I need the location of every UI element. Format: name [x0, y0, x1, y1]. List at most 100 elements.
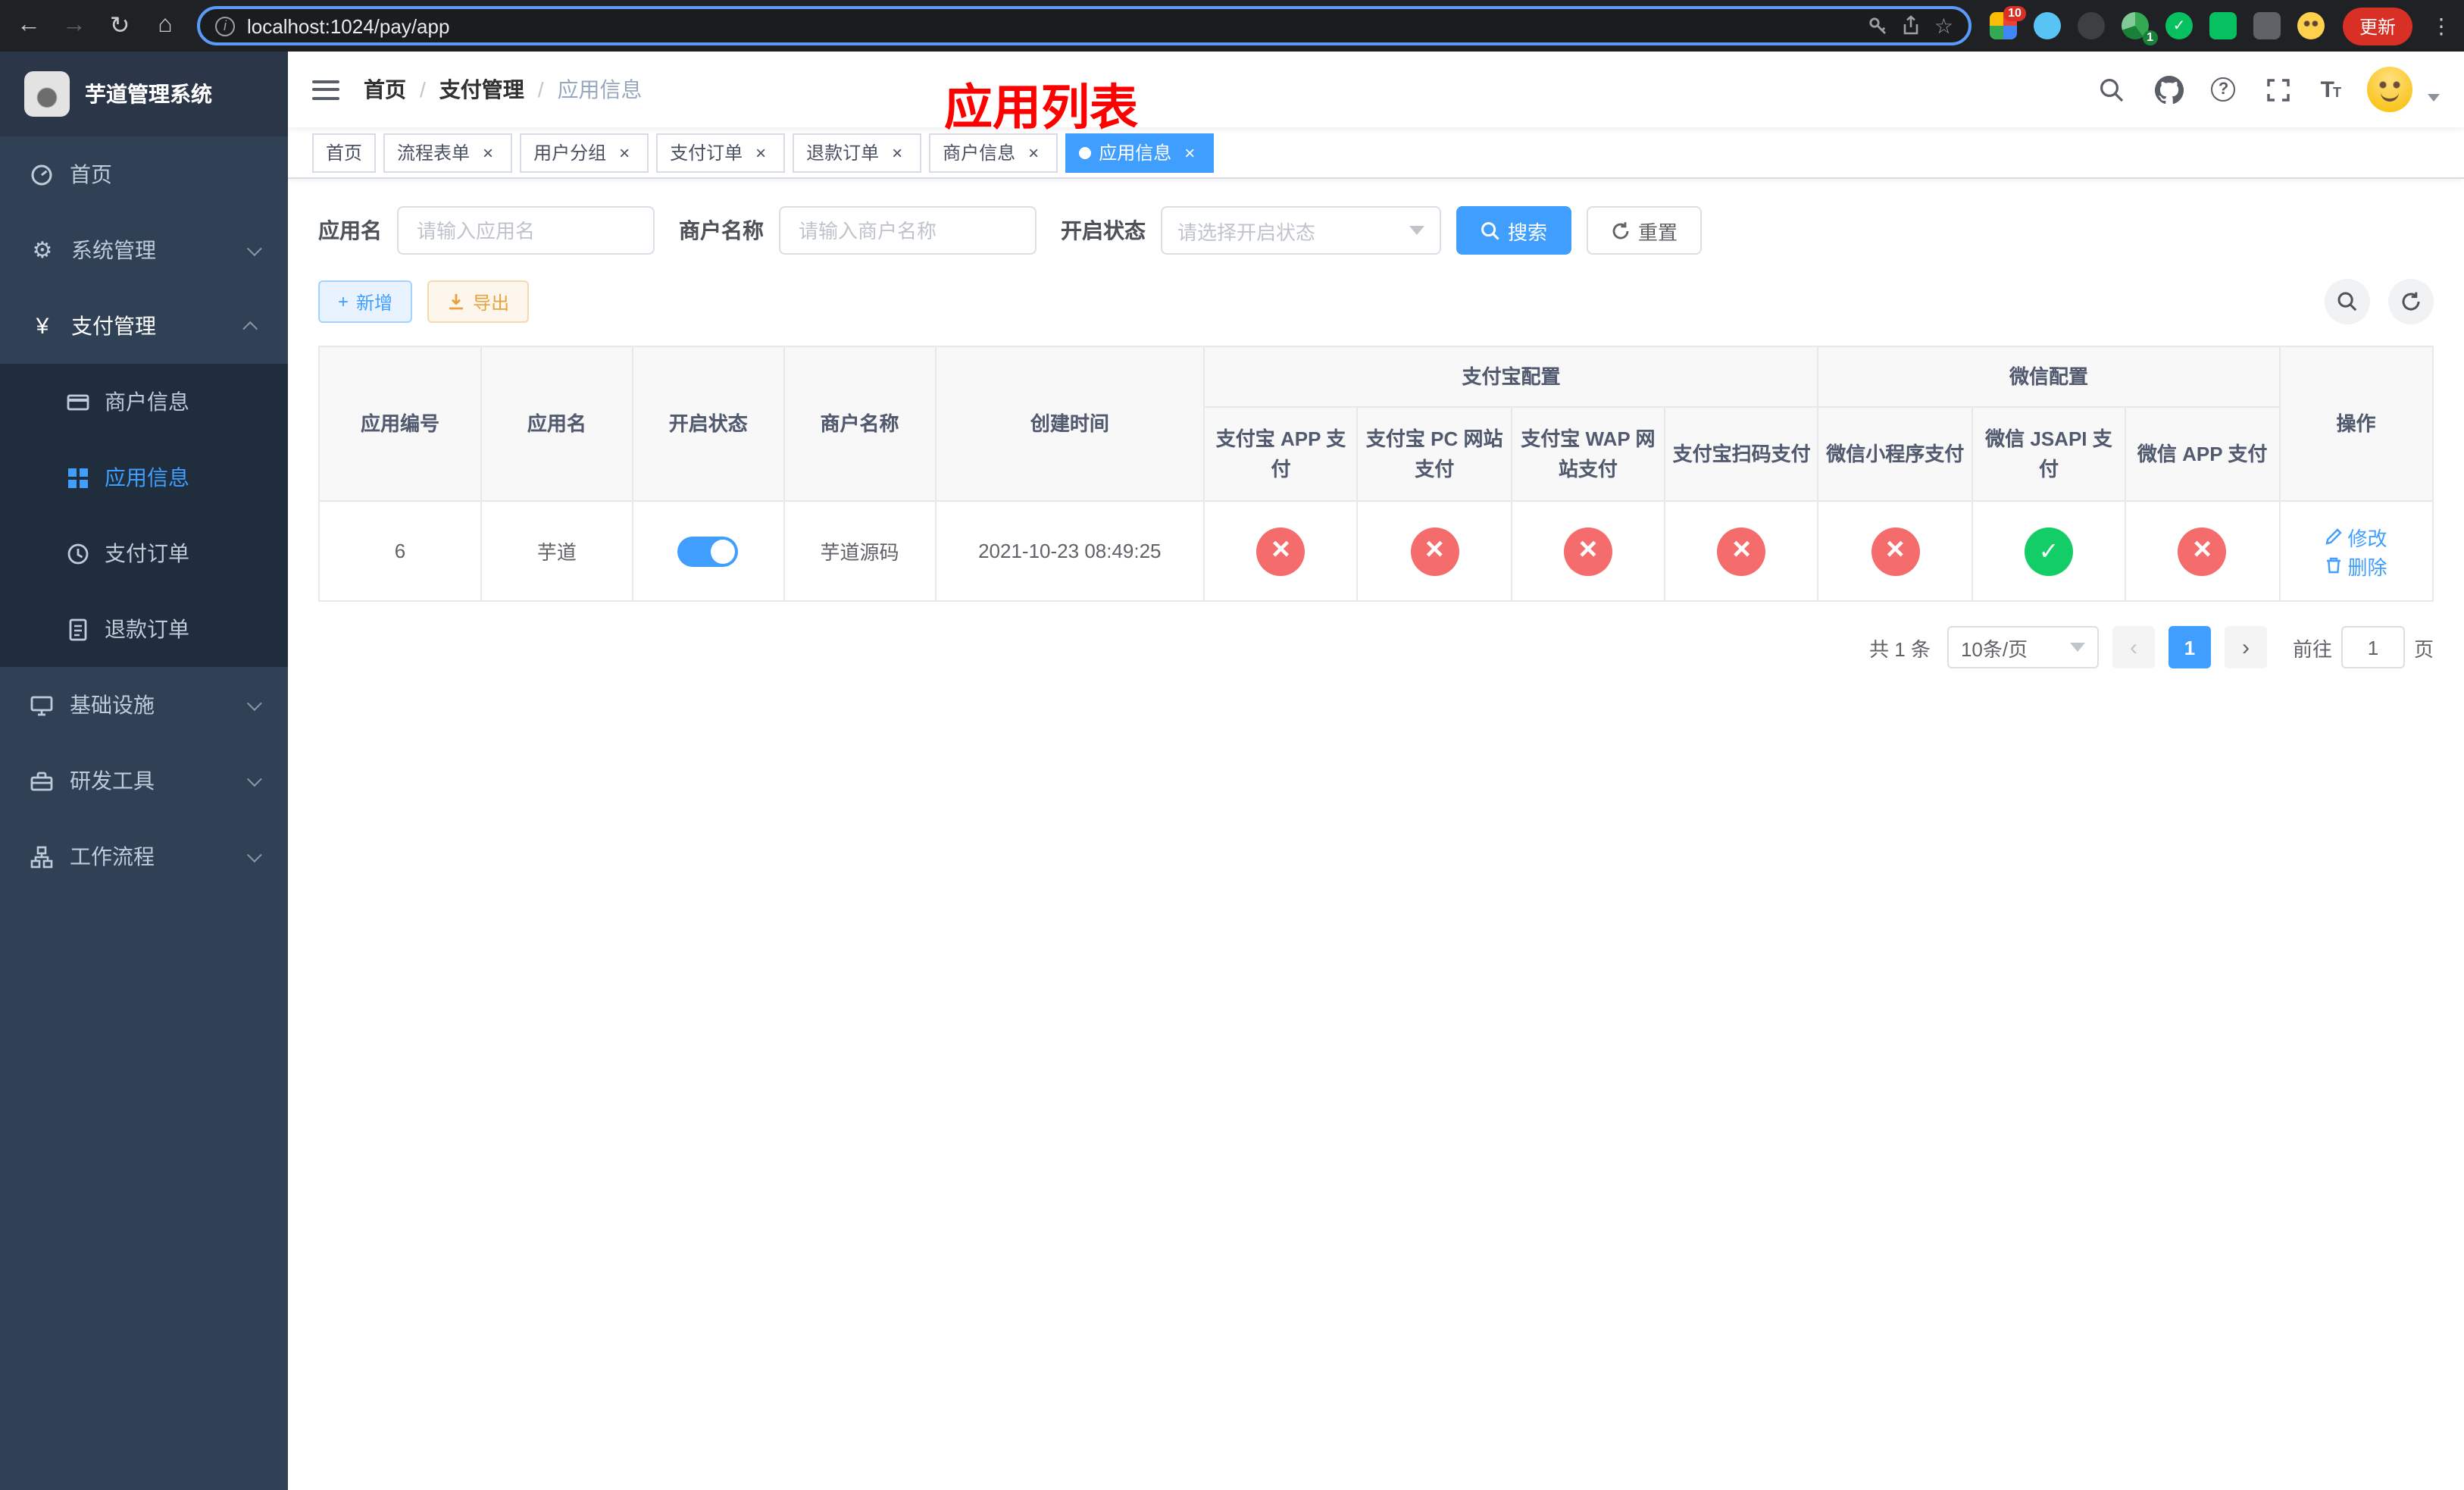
- edit-button[interactable]: 修改: [2325, 522, 2387, 551]
- active-tab-dot: [1079, 146, 1092, 158]
- search-icon: [2337, 292, 2357, 311]
- sidebar-item-infrastructure[interactable]: 基础设施: [0, 667, 288, 743]
- close-icon[interactable]: [886, 142, 908, 163]
- page-size-select[interactable]: 10条/页: [1946, 626, 2099, 668]
- tab-home[interactable]: 首页: [312, 133, 377, 172]
- col-alipay-qr: 支付宝扫码支付: [1664, 406, 1819, 502]
- sidebar-item-app-info[interactable]: 应用信息: [0, 440, 288, 515]
- total-count: 共 1 条: [1869, 637, 1931, 660]
- extension-dark-icon[interactable]: [2077, 12, 2105, 39]
- col-wechat-mini: 微信小程序支付: [1817, 406, 1973, 502]
- extension-green-square-icon[interactable]: [2209, 12, 2237, 39]
- close-icon[interactable]: [614, 142, 635, 163]
- browser-back-icon[interactable]: ←: [15, 12, 42, 39]
- tab-payment-orders[interactable]: 支付订单: [656, 133, 786, 172]
- breadcrumb-home[interactable]: 首页: [364, 74, 406, 105]
- share-icon[interactable]: [1901, 15, 1922, 36]
- url-text[interactable]: localhost:1024/pay/app: [247, 14, 449, 37]
- font-size-icon[interactable]: TT: [2321, 77, 2341, 102]
- tab-label: 应用信息: [1099, 142, 1172, 164]
- extension-puzzle-icon[interactable]: [2253, 12, 2281, 39]
- reset-button[interactable]: 重置: [1587, 206, 1703, 255]
- extension-multi-icon[interactable]: 1: [2121, 12, 2158, 45]
- sidebar-item-merchant-info[interactable]: 商户信息: [0, 364, 288, 440]
- status-label: 开启状态: [1061, 218, 1146, 243]
- hamburger-icon[interactable]: [312, 80, 339, 99]
- page-info-icon[interactable]: [215, 16, 235, 36]
- col-status: 开启状态: [631, 346, 785, 502]
- delete-button[interactable]: 删除: [2325, 551, 2387, 580]
- refresh-table-button[interactable]: [2388, 279, 2434, 324]
- extension-green-check-icon[interactable]: [2165, 12, 2193, 39]
- col-alipay-pc: 支付宝 PC 网站支付: [1356, 406, 1512, 502]
- browser-chrome: ← → ↻ ⌂ localhost:1024/pay/app ☆ 10 1: [0, 0, 2464, 52]
- chevron-down-icon: [1409, 226, 1424, 235]
- fullscreen-icon[interactable]: [2263, 74, 2294, 105]
- browser-forward-icon[interactable]: →: [61, 12, 88, 39]
- password-key-icon[interactable]: [1868, 15, 1889, 36]
- breadcrumb-payment[interactable]: 支付管理: [439, 74, 524, 105]
- alipay-app-status-icon: [1256, 527, 1305, 575]
- tab-label: 首页: [326, 142, 363, 164]
- avatar-caret-icon[interactable]: [2428, 93, 2440, 101]
- bookmark-star-icon[interactable]: ☆: [1934, 13, 1953, 39]
- close-icon[interactable]: [477, 142, 499, 163]
- close-icon[interactable]: [1179, 142, 1200, 163]
- sidebar-item-dev-tools[interactable]: 研发工具: [0, 743, 288, 819]
- goto-page-input[interactable]: [2340, 626, 2405, 668]
- chevron-down-icon: [2069, 643, 2085, 652]
- trash-icon: [2327, 557, 2341, 574]
- extension-badge-green: 1: [2142, 30, 2158, 45]
- chevron-down-icon: [246, 771, 262, 787]
- sidebar-item-workflow[interactable]: 工作流程: [0, 819, 288, 894]
- cell-actions: 修改 删除: [2278, 500, 2434, 602]
- col-wechat-app: 微信 APP 支付: [2125, 406, 2281, 502]
- add-button[interactable]: + 新增: [318, 280, 413, 323]
- logo[interactable]: 芋道管理系统: [0, 52, 288, 136]
- toolbox-icon: [30, 771, 53, 790]
- browser-update-button[interactable]: 更新: [2342, 7, 2412, 45]
- breadcrumb: 首页 / 支付管理 / 应用信息: [364, 74, 643, 105]
- monitor-icon: [30, 695, 53, 715]
- export-button[interactable]: 导出: [427, 280, 530, 323]
- merchant-name-input[interactable]: [779, 206, 1037, 255]
- extension-grid-icon[interactable]: 10: [1989, 6, 2026, 39]
- browser-home-icon[interactable]: ⌂: [152, 12, 179, 39]
- toggle-search-button[interactable]: [2325, 279, 2370, 324]
- tab-refund-orders[interactable]: 退款订单: [793, 133, 922, 172]
- address-bar[interactable]: localhost:1024/pay/app ☆: [197, 6, 1972, 45]
- status-toggle[interactable]: [677, 536, 739, 566]
- credit-card-icon: [67, 393, 89, 410]
- page-number-1[interactable]: 1: [2168, 626, 2211, 668]
- sidebar-item-refund-orders[interactable]: 退款订单: [0, 591, 288, 667]
- search-button[interactable]: 搜索: [1456, 206, 1572, 255]
- page: ← → ↻ ⌂ localhost:1024/pay/app ☆ 10 1: [0, 0, 2464, 1490]
- logo-avatar: [24, 71, 70, 117]
- browser-reload-icon[interactable]: ↻: [106, 11, 133, 41]
- tab-process-form[interactable]: 流程表单: [383, 133, 513, 172]
- extension-blue-icon[interactable]: [2033, 12, 2061, 39]
- status-select[interactable]: 请选择开启状态: [1161, 206, 1441, 255]
- tab-label: 商户信息: [943, 142, 1016, 164]
- apps-table: 应用编号 应用名 开启状态 商户名称 创建时间 支付宝配置 微信配置 操作 支付…: [318, 346, 2434, 602]
- github-icon[interactable]: [2154, 74, 2184, 105]
- help-icon[interactable]: ?: [2211, 77, 2236, 102]
- next-page-button[interactable]: ›: [2224, 626, 2267, 668]
- close-icon[interactable]: [1023, 142, 1044, 163]
- search-form: 应用名 商户名称 开启状态 请选择开启状态 搜索 重置: [318, 206, 2434, 255]
- prev-page-button[interactable]: ‹: [2112, 626, 2155, 668]
- search-icon[interactable]: [2097, 74, 2127, 105]
- page-title-annotation: 应用列表: [944, 80, 1139, 135]
- app-name-input[interactable]: [397, 206, 655, 255]
- order-clock-icon: [67, 543, 89, 564]
- download-icon: [449, 294, 464, 310]
- extension-face-icon[interactable]: [2297, 12, 2325, 39]
- tab-user-group[interactable]: 用户分组: [520, 133, 649, 172]
- sidebar-item-payment[interactable]: ¥ 支付管理: [0, 288, 288, 364]
- sidebar-item-payment-orders[interactable]: 支付订单: [0, 515, 288, 591]
- close-icon[interactable]: [750, 142, 771, 163]
- browser-menu-icon[interactable]: ⋮: [2431, 13, 2452, 39]
- user-avatar[interactable]: [2367, 67, 2412, 112]
- sidebar-item-system[interactable]: ⚙ 系统管理: [0, 212, 288, 288]
- sidebar-item-home[interactable]: 首页: [0, 136, 288, 212]
